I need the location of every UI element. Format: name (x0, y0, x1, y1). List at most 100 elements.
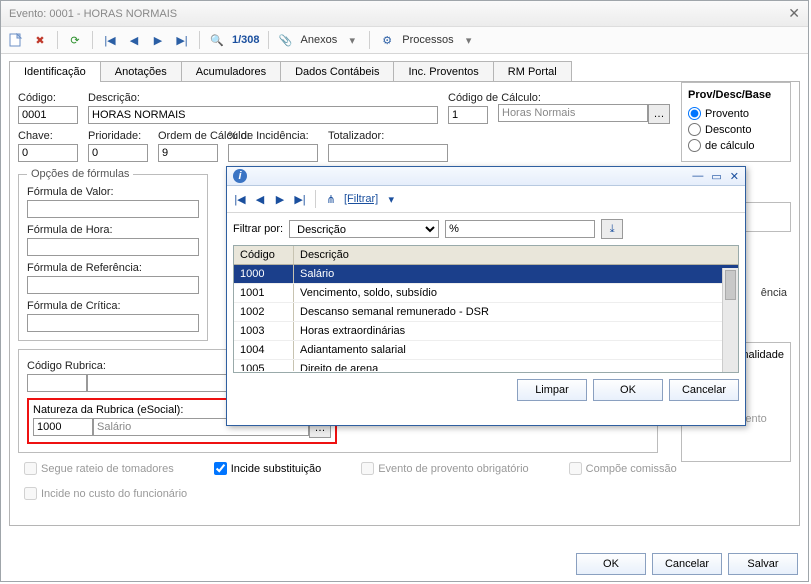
ok-button[interactable]: OK (576, 553, 646, 575)
salvar-button[interactable]: Salvar (728, 553, 798, 575)
formula-valor-label: Fórmula de Valor: (27, 186, 199, 198)
codcalc-input[interactable] (448, 106, 488, 124)
popup-ok-button[interactable]: OK (593, 379, 663, 401)
grid-row[interactable]: 1005Direito de arena (234, 360, 738, 371)
info-icon: i (233, 169, 247, 183)
tab-inc-proventos[interactable]: Inc. Proventos (393, 61, 493, 82)
main-toolbar: ✖ ⟳ |◀ ◀ ▶ ▶| 🔍 1/308 📎 Anexos ▾ ⚙ Proce… (1, 27, 808, 54)
chevron-down-icon[interactable]: ▾ (384, 193, 398, 206)
popup-first-icon[interactable]: |◀ (233, 193, 247, 206)
popup-limpar-button[interactable]: Limpar (517, 379, 587, 401)
chave-input[interactable] (18, 144, 78, 162)
first-icon[interactable]: |◀ (101, 31, 119, 49)
grid-header: Código Descrição (234, 246, 738, 265)
prioridade-label: Prioridade: (88, 130, 148, 142)
minimize-icon[interactable]: — (692, 170, 703, 183)
descricao-label: Descrição: (88, 92, 438, 104)
filtrar-value-input[interactable] (445, 220, 595, 238)
new-icon[interactable] (7, 31, 25, 49)
refresh-icon[interactable]: ⟳ (66, 31, 84, 49)
radio-base-calc[interactable]: de cálculo (688, 139, 784, 152)
formula-ref-label: Fórmula de Referência: (27, 262, 199, 274)
processos-icon[interactable]: ⚙ (378, 31, 396, 49)
chave-label: Chave: (18, 130, 78, 142)
codcalc-label: Código de Cálculo: (448, 92, 488, 104)
tab-identificacao[interactable]: Identificação (9, 61, 101, 82)
grid-body[interactable]: 1000Salário 1001Vencimento, soldo, subsí… (234, 265, 738, 371)
attach-icon[interactable]: 📎 (277, 31, 295, 49)
next-icon[interactable]: ▶ (149, 31, 167, 49)
provdesc-title: Prov/Desc/Base (688, 89, 784, 101)
codigo-input[interactable] (18, 106, 78, 124)
chk-compoe-com: Compõe comissão (569, 462, 677, 475)
check-row: Segue rateio de tomadores Incide substit… (18, 459, 791, 478)
descricao-input[interactable] (88, 106, 438, 124)
filtrar-por-label: Filtrar por: (233, 223, 283, 235)
formula-hora-label: Fórmula de Hora: (27, 224, 199, 236)
grid-row[interactable]: 1003Horas extraordinárias (234, 322, 738, 341)
formula-valor-input[interactable] (27, 200, 199, 218)
grid-scrollbar[interactable] (722, 268, 738, 372)
popup-next-icon[interactable]: ▶ (273, 193, 287, 206)
lookup-popup: i — ▭ ✕ |◀ ◀ ▶ ▶| ⋔ [Filtrar] ▾ Filtrar … (226, 166, 746, 426)
grid-row[interactable]: 1002Descanso semanal remunerado - DSR (234, 303, 738, 322)
search-icon[interactable]: 🔍 (208, 31, 226, 49)
radio-provento[interactable]: Provento (688, 107, 784, 120)
formulas-legend: Opções de fórmulas (27, 168, 133, 180)
tab-anotacoes[interactable]: Anotações (100, 61, 182, 82)
radio-desconto[interactable]: Desconto (688, 123, 784, 136)
filtrar-link[interactable]: [Filtrar] (344, 193, 378, 205)
cancelar-button[interactable]: Cancelar (652, 553, 722, 575)
grid-row[interactable]: 1000Salário (234, 265, 738, 284)
anexos-label[interactable]: Anexos (301, 34, 338, 46)
tab-rm-portal[interactable]: RM Portal (493, 61, 572, 82)
chk-segue-rateio: Segue rateio de tomadores (24, 462, 174, 475)
popup-titlebar: i — ▭ ✕ (227, 167, 745, 186)
natureza-cod-input[interactable] (33, 418, 93, 436)
formulas-group: Opções de fórmulas Fórmula de Valor: Fór… (18, 168, 208, 341)
total-input[interactable] (328, 144, 448, 162)
popup-last-icon[interactable]: ▶| (293, 193, 307, 206)
last-icon[interactable]: ▶| (173, 31, 191, 49)
tab-dados-contabeis[interactable]: Dados Contábeis (280, 61, 394, 82)
col-codigo[interactable]: Código (234, 246, 294, 264)
chevron-down-icon[interactable]: ▾ (460, 31, 478, 49)
pager-text: 1/308 (232, 34, 260, 46)
filtrar-por-select[interactable]: Descrição (289, 220, 439, 238)
codcalc-lookup-button[interactable]: … (648, 104, 670, 124)
chk-incide-sub[interactable]: Incide substituição (214, 462, 322, 475)
maximize-icon[interactable]: ▭ (711, 170, 721, 183)
down-arrow-icon: ⤓ (610, 223, 615, 236)
col-descricao[interactable]: Descrição (294, 246, 738, 264)
chk-incide-custo: Incide no custo do funcionário (24, 487, 187, 500)
prioridade-input[interactable] (88, 144, 148, 162)
filter-icon[interactable]: ⋔ (324, 193, 338, 206)
ordem-input[interactable] (158, 144, 218, 162)
delete-icon[interactable]: ✖ (31, 31, 49, 49)
scrollbar-thumb[interactable] (725, 270, 736, 300)
formula-critica-input[interactable] (27, 314, 199, 332)
popup-close-icon[interactable]: ✕ (730, 170, 739, 183)
close-icon[interactable]: ✕ (788, 5, 800, 22)
formula-critica-label: Fórmula de Crítica: (27, 300, 199, 312)
pct-label: % de Incidência: (228, 130, 318, 142)
processos-label[interactable]: Processos (402, 34, 453, 46)
rubrica-codigo-input[interactable] (27, 374, 87, 392)
popup-prev-icon[interactable]: ◀ (253, 193, 267, 206)
popup-toolbar: |◀ ◀ ▶ ▶| ⋔ [Filtrar] ▾ (227, 186, 745, 213)
rubrica-codigo-label: Código Rubrica: (27, 360, 227, 372)
formula-hora-input[interactable] (27, 238, 199, 256)
apply-filter-button[interactable]: ⤓ (601, 219, 623, 239)
popup-cancelar-button[interactable]: Cancelar (669, 379, 739, 401)
prev-icon[interactable]: ◀ (125, 31, 143, 49)
grid-row[interactable]: 1001Vencimento, soldo, subsídio (234, 284, 738, 303)
filter-row: Filtrar por: Descrição ⤓ (227, 213, 745, 245)
chk-evento-prov: Evento de provento obrigatório (361, 462, 528, 475)
pct-input[interactable] (228, 144, 318, 162)
grid-row[interactable]: 1004Adiantamento salarial (234, 341, 738, 360)
formula-ref-input (27, 276, 199, 294)
ordem-label: Ordem de Cálculo: (158, 130, 218, 142)
lookup-grid: Código Descrição 1000Salário 1001Vencime… (233, 245, 739, 373)
tab-acumuladores[interactable]: Acumuladores (181, 61, 281, 82)
chevron-down-icon[interactable]: ▾ (343, 31, 361, 49)
